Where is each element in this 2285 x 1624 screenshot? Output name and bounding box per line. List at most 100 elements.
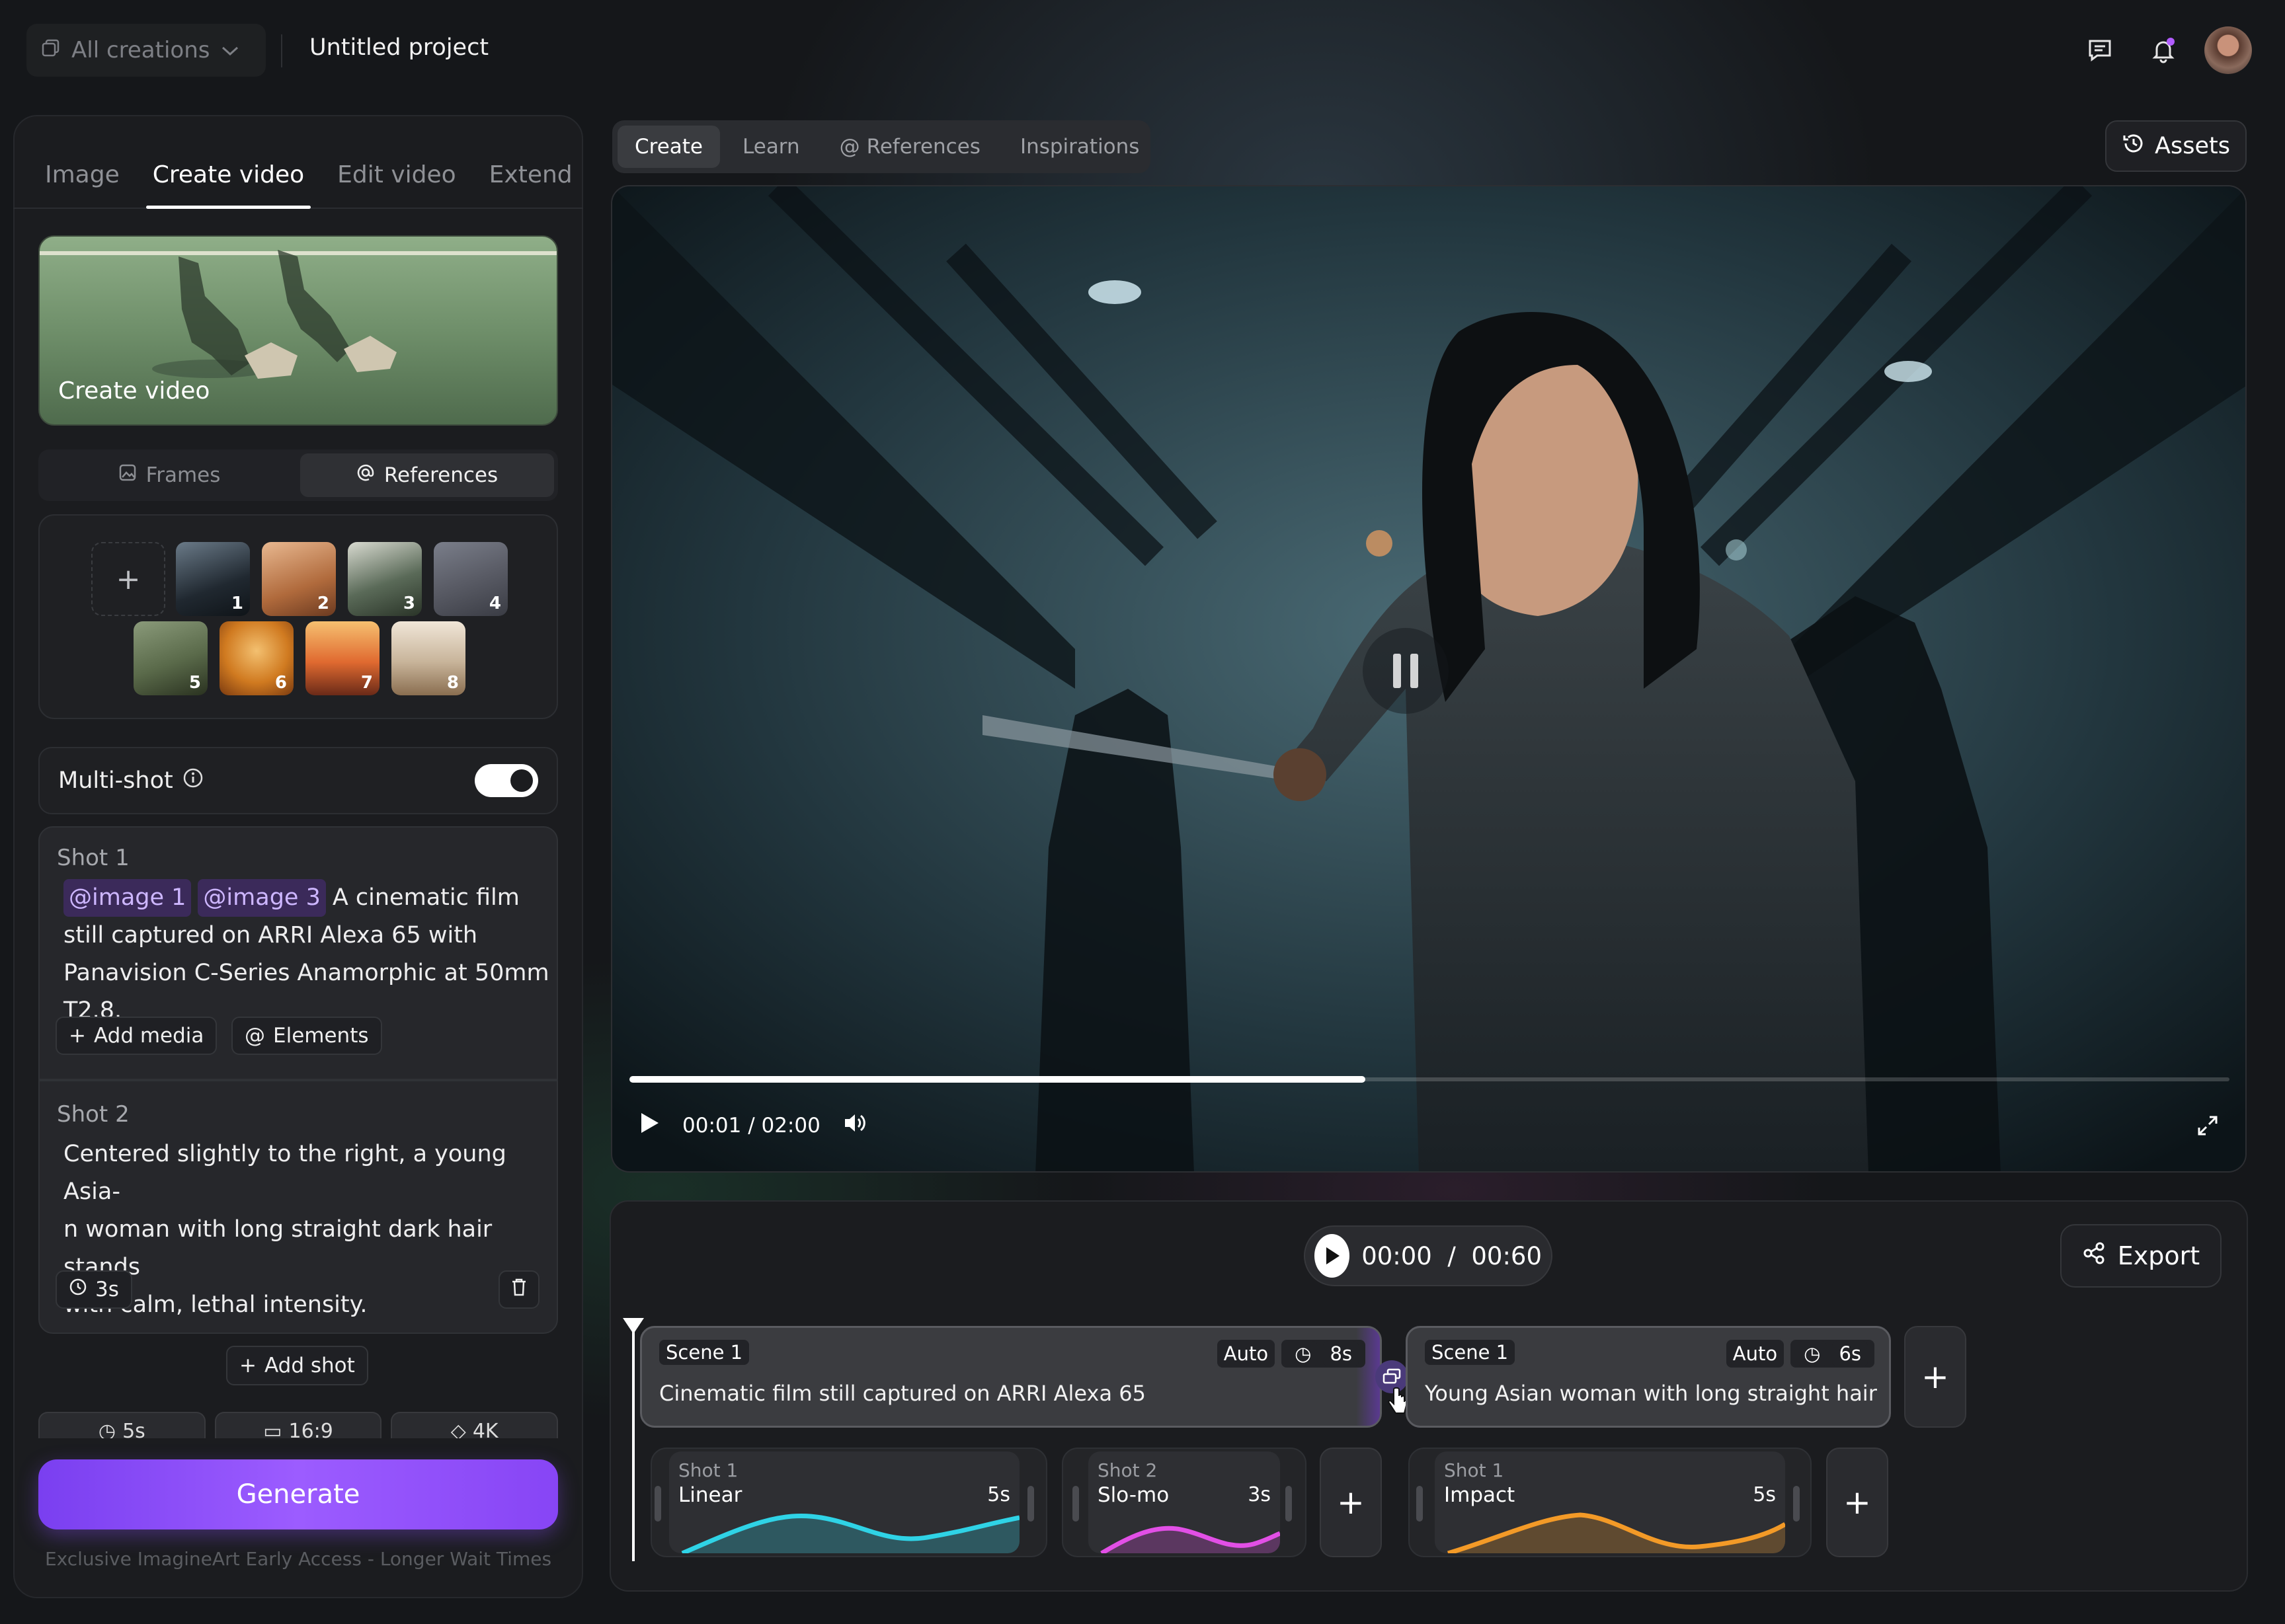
video-progress-fill <box>629 1076 1366 1083</box>
tab-extend[interactable]: Extend <box>489 152 573 208</box>
info-icon[interactable] <box>182 767 204 794</box>
thumb-number: 5 <box>188 673 201 693</box>
shot-clip[interactable]: Shot 1 Linear 5s <box>669 1451 1020 1553</box>
generate-button[interactable]: Generate <box>38 1459 558 1529</box>
scene-duration: 8s <box>1323 1341 1359 1366</box>
add-shot-label: Add shot <box>264 1354 355 1377</box>
timeline-time: 00:00 / 00:60 <box>1361 1241 1542 1270</box>
image-3-chip[interactable]: @image 3 <box>198 879 326 917</box>
trim-handle[interactable] <box>1793 1486 1800 1522</box>
shot-duration-button[interactable]: 3s <box>56 1270 132 1309</box>
play-icon[interactable] <box>639 1112 660 1140</box>
clock-icon <box>69 1278 87 1301</box>
video-time: 00:01 / 02:00 <box>682 1114 821 1138</box>
add-scene-button[interactable]: + <box>1904 1326 1966 1428</box>
video-player[interactable]: 00:01 / 02:00 <box>611 185 2247 1173</box>
fullscreen-icon[interactable] <box>2196 1114 2219 1140</box>
reference-thumb[interactable]: 1 <box>176 542 250 616</box>
assets-button[interactable]: Assets <box>2105 120 2247 172</box>
trim-handle[interactable] <box>655 1486 661 1522</box>
chat-icon[interactable] <box>2079 29 2121 71</box>
shot-2-prompt[interactable]: Centered slightly to the right, a young … <box>63 1136 546 1324</box>
add-reference-button[interactable]: + <box>91 542 165 616</box>
scene-duration-badge: ◷ 6s <box>1790 1340 1874 1368</box>
elements-label: Elements <box>273 1024 369 1048</box>
thumb-number: 1 <box>231 594 243 613</box>
all-creations-dropdown[interactable]: All creations <box>26 24 266 77</box>
early-access-note: Exclusive ImagineArt Early Access - Long… <box>44 1548 552 1570</box>
clock-icon: ◷ <box>1797 1341 1827 1366</box>
tab-create-video[interactable]: Create video <box>145 152 311 209</box>
add-media-button[interactable]: + Add media <box>56 1017 218 1055</box>
tab-edit-video[interactable]: Edit video <box>337 152 456 208</box>
image-1-chip[interactable]: @image 1 <box>63 879 192 917</box>
add-shot-to-scene-button[interactable]: + <box>1826 1448 1888 1557</box>
trim-handle[interactable] <box>1027 1486 1034 1522</box>
tab-image[interactable]: Image <box>45 152 120 208</box>
trim-handle[interactable] <box>1072 1486 1079 1522</box>
multi-shot-toggle[interactable] <box>475 764 538 797</box>
tab-create[interactable]: Create <box>618 126 721 168</box>
timeline-play-button[interactable] <box>1314 1234 1350 1278</box>
scene-description: Young Asian woman with long straight hai… <box>1425 1381 1877 1406</box>
reference-thumb[interactable]: 4 <box>434 542 508 616</box>
reference-thumb[interactable]: 5 <box>134 621 208 695</box>
ratio-icon: ▭ <box>263 1420 282 1438</box>
scene-clip[interactable]: Scene 1 Auto ◷ 8s Cinematic film still ca… <box>640 1326 1382 1428</box>
scene-duration-badge: ◷ 8s <box>1281 1340 1365 1368</box>
motion-curve <box>1447 1512 1785 1553</box>
pause-overlay-button[interactable] <box>1363 628 1449 714</box>
tab-references-label: References <box>866 135 981 159</box>
quality-setting[interactable]: ◇ 4K <box>391 1412 559 1438</box>
shot-1-prompt[interactable]: @image 1 @image 3A cinematic film still c… <box>63 879 553 1030</box>
bell-icon[interactable] <box>2142 29 2185 71</box>
create-video-banner[interactable]: Create video <box>38 235 558 426</box>
export-button[interactable]: Export <box>2060 1224 2222 1288</box>
add-shot-to-scene-button[interactable]: + <box>1320 1448 1382 1557</box>
reference-thumb[interactable]: 3 <box>348 542 422 616</box>
prompt-line: with calm, lethal intensity. <box>63 1292 368 1318</box>
trim-handle[interactable] <box>1416 1486 1423 1522</box>
image-icon <box>118 463 137 487</box>
plus-icon: + <box>239 1354 257 1377</box>
mode-tabs: Image Create video Edit video Extend <box>13 152 583 209</box>
duration-setting[interactable]: ◷ 5s <box>38 1412 206 1438</box>
elements-button[interactable]: @ Elements <box>231 1017 382 1055</box>
shot-2-title: Shot 2 <box>57 1101 130 1128</box>
tab-inspirations[interactable]: Inspirations <box>1003 126 1157 168</box>
add-media-label: Add media <box>93 1024 204 1048</box>
clock-icon: ◷ <box>1288 1341 1318 1366</box>
avatar[interactable] <box>2204 26 2252 74</box>
frames-tab[interactable]: Frames <box>42 453 296 497</box>
reference-thumb[interactable]: 8 <box>391 621 465 695</box>
assets-label: Assets <box>2155 133 2230 159</box>
top-tabs: Create Learn @ References Inspirations <box>612 120 1150 173</box>
tab-create-label: Create <box>635 135 703 159</box>
scene-clip[interactable]: Scene 1 Auto ◷ 6s Young Asian woman with … <box>1406 1326 1891 1428</box>
shot-2-card: Shot 2 Centered slightly to the right, a… <box>38 1080 558 1334</box>
tab-inspirations-label: Inspirations <box>1020 135 1140 159</box>
tab-learn[interactable]: Learn <box>725 126 817 168</box>
quality-value: 4K <box>472 1420 499 1438</box>
reference-thumb[interactable]: 7 <box>305 621 380 695</box>
thumb-number: 7 <box>360 673 373 693</box>
trim-handle[interactable] <box>1285 1486 1292 1522</box>
shot-clip[interactable]: Shot 2 Slo-mo 3s <box>1088 1451 1280 1553</box>
shot-clip[interactable]: Shot 1 Impact 5s <box>1435 1451 1785 1553</box>
reference-thumb[interactable]: 2 <box>262 542 336 616</box>
tab-references[interactable]: @ References <box>822 126 998 168</box>
references-tab[interactable]: References <box>300 453 554 497</box>
all-creations-label: All creations <box>71 37 210 63</box>
add-shot-button[interactable]: + Add shot <box>226 1346 368 1385</box>
scene-badges: Auto ◷ 8s <box>1217 1340 1365 1368</box>
ratio-value: 16:9 <box>288 1420 333 1438</box>
delete-shot-button[interactable] <box>499 1270 540 1309</box>
plus-icon: + <box>69 1024 86 1048</box>
volume-icon[interactable] <box>843 1112 867 1140</box>
reference-thumb[interactable]: 6 <box>220 621 294 695</box>
banner-label: Create video <box>58 377 210 405</box>
playhead[interactable] <box>632 1325 635 1561</box>
ratio-setting[interactable]: ▭ 16:9 <box>214 1412 382 1438</box>
project-title[interactable]: Untitled project <box>309 34 489 61</box>
duration-value: 5s <box>122 1420 145 1438</box>
